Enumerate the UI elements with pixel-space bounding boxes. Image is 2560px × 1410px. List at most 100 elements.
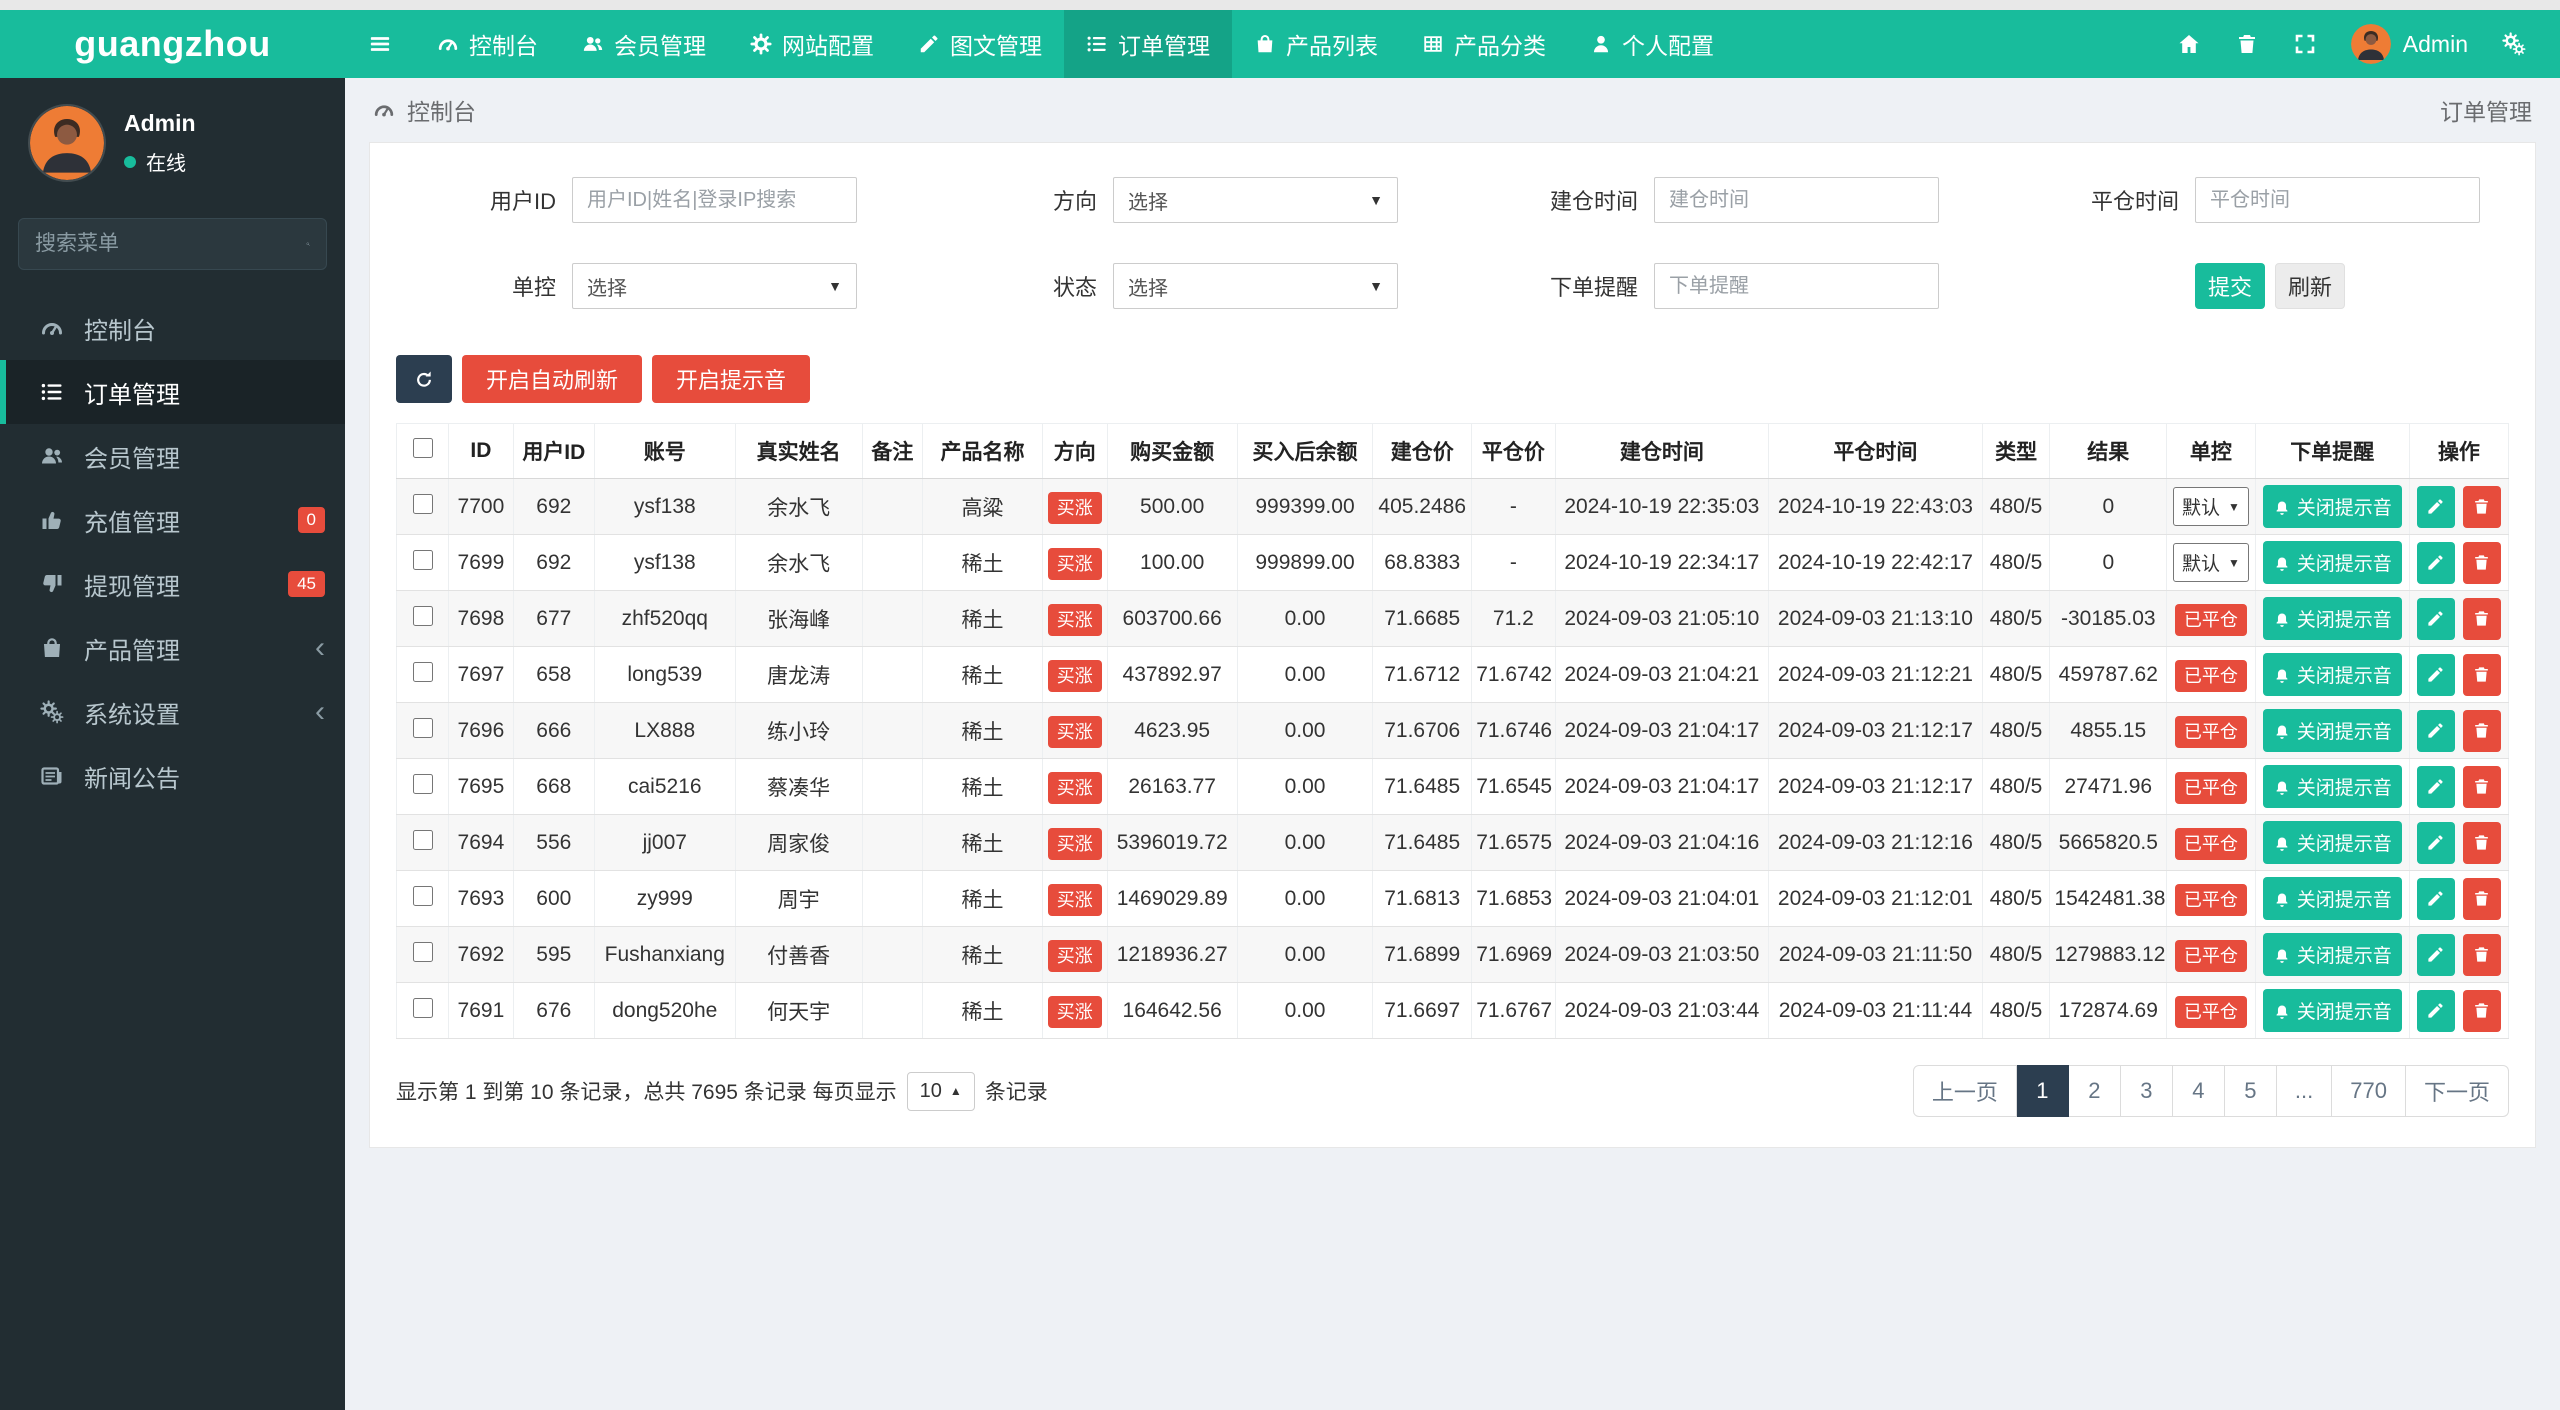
delete-button[interactable] <box>2462 597 2501 640</box>
trash-icon[interactable] <box>2235 32 2259 56</box>
column-header[interactable]: 真实姓名 <box>734 423 863 479</box>
nav-item-members[interactable]: 会员管理 <box>560 10 728 78</box>
home-icon[interactable] <box>2177 32 2201 56</box>
close-sound-button[interactable]: 关闭提示音 <box>2262 989 2402 1032</box>
sidebar-item-products[interactable]: 产品管理 ‹ <box>0 616 345 680</box>
close-time-input[interactable] <box>2195 177 2480 223</box>
edit-button[interactable] <box>2416 485 2455 528</box>
close-sound-button[interactable]: 关闭提示音 <box>2262 485 2402 528</box>
sidebar-search-input[interactable] <box>35 232 306 256</box>
open-time-input[interactable] <box>1654 177 1939 223</box>
sidebar-item-system[interactable]: 系统设置 ‹ <box>0 680 345 744</box>
row-checkbox[interactable] <box>412 885 433 906</box>
edit-button[interactable] <box>2416 933 2455 976</box>
delete-button[interactable] <box>2462 709 2501 752</box>
edit-button[interactable] <box>2416 989 2455 1032</box>
page-button-770[interactable]: 770 <box>2332 1065 2406 1117</box>
fullscreen-icon[interactable] <box>2293 32 2317 56</box>
row-checkbox[interactable] <box>412 605 433 626</box>
brand-logo[interactable]: guangzhou <box>0 10 345 78</box>
close-sound-button[interactable]: 关闭提示音 <box>2262 709 2402 752</box>
row-checkbox[interactable] <box>412 717 433 738</box>
edit-button[interactable] <box>2416 653 2455 696</box>
page-button-5[interactable]: 5 <box>2224 1065 2277 1117</box>
column-header[interactable]: 平仓时间 <box>1768 423 1983 479</box>
settings-gears-icon[interactable] <box>2502 32 2526 56</box>
column-header[interactable]: 下单提醒 <box>2254 423 2410 479</box>
row-checkbox[interactable] <box>412 773 433 794</box>
order-remind-input[interactable] <box>1654 263 1939 309</box>
row-control-select[interactable]: 默认 ▼ <box>2172 487 2249 526</box>
delete-button[interactable] <box>2462 933 2501 976</box>
edit-button[interactable] <box>2416 709 2455 752</box>
page-button-...[interactable]: ... <box>2276 1065 2333 1117</box>
column-header[interactable]: 类型 <box>1981 423 2051 479</box>
column-header[interactable]: 建仓时间 <box>1554 423 1770 479</box>
delete-button[interactable] <box>2462 765 2501 808</box>
select-all-checkbox[interactable] <box>412 438 433 458</box>
refresh-button[interactable]: 刷新 <box>2275 263 2345 309</box>
sidebar-item-dashboard[interactable]: 控制台 <box>0 296 345 360</box>
edit-button[interactable] <box>2416 877 2455 920</box>
close-sound-button[interactable]: 关闭提示音 <box>2262 541 2402 584</box>
column-header[interactable]: 账号 <box>593 423 736 479</box>
delete-button[interactable] <box>2462 485 2501 528</box>
nav-item-product-category[interactable]: 产品分类 <box>1400 10 1568 78</box>
delete-button[interactable] <box>2462 653 2501 696</box>
column-header[interactable]: 平仓价 <box>1471 423 1556 479</box>
close-sound-button[interactable]: 关闭提示音 <box>2262 765 2402 808</box>
nav-item-product-list[interactable]: 产品列表 <box>1232 10 1400 78</box>
edit-button[interactable] <box>2416 541 2455 584</box>
delete-button[interactable] <box>2462 821 2501 864</box>
admin-menu[interactable]: Admin <box>2351 24 2468 64</box>
sidebar-item-recharge[interactable]: 充值管理 0 <box>0 488 345 552</box>
page-button-1[interactable]: 1 <box>2016 1065 2069 1117</box>
column-header[interactable]: 备注 <box>861 423 924 479</box>
row-checkbox[interactable] <box>412 829 433 850</box>
column-header[interactable]: 操作 <box>2408 423 2510 479</box>
close-sound-button[interactable]: 关闭提示音 <box>2262 933 2402 976</box>
column-header[interactable]: 用户ID <box>512 423 595 479</box>
edit-button[interactable] <box>2416 765 2455 808</box>
page-button-3[interactable]: 3 <box>2120 1065 2173 1117</box>
delete-button[interactable] <box>2462 877 2501 920</box>
nav-item-personal-config[interactable]: 个人配置 <box>1568 10 1736 78</box>
nav-item-orders[interactable]: 订单管理 <box>1064 10 1232 78</box>
delete-button[interactable] <box>2462 989 2501 1032</box>
column-header[interactable]: 方向 <box>1041 423 1108 479</box>
edit-button[interactable] <box>2416 821 2455 864</box>
sound-toggle-button[interactable]: 开启提示音 <box>652 355 811 403</box>
nav-item-site-config[interactable]: 网站配置 <box>728 10 896 78</box>
column-header[interactable]: 建仓价 <box>1372 423 1473 479</box>
column-header[interactable]: 购买金额 <box>1106 423 1238 479</box>
close-sound-button[interactable]: 关闭提示音 <box>2262 821 2402 864</box>
column-header[interactable]: 买入后余额 <box>1236 423 1374 479</box>
row-checkbox[interactable] <box>412 493 433 514</box>
nav-item-content[interactable]: 图文管理 <box>896 10 1064 78</box>
close-sound-button[interactable]: 关闭提示音 <box>2262 653 2402 696</box>
column-header[interactable]: 产品名称 <box>922 423 1043 479</box>
row-control-select[interactable]: 默认 ▼ <box>2172 543 2249 582</box>
row-checkbox[interactable] <box>412 997 433 1018</box>
delete-button[interactable] <box>2462 541 2501 584</box>
close-sound-button[interactable]: 关闭提示音 <box>2262 877 2402 920</box>
sidebar-toggle-button[interactable] <box>345 10 415 78</box>
row-checkbox[interactable] <box>412 549 433 570</box>
nav-item-dashboard[interactable]: 控制台 <box>415 10 560 78</box>
auto-refresh-toggle-button[interactable]: 开启自动刷新 <box>462 355 643 403</box>
column-header[interactable]: 单控 <box>2166 423 2256 479</box>
sidebar-item-withdraw[interactable]: 提现管理 45 <box>0 552 345 616</box>
column-header[interactable]: ID <box>448 423 514 479</box>
table-refresh-button[interactable] <box>396 355 452 403</box>
next-page-button[interactable]: 下一页 <box>2405 1065 2509 1117</box>
column-header[interactable]: 结果 <box>2049 423 2168 479</box>
user-id-input[interactable] <box>572 177 857 223</box>
search-icon[interactable] <box>306 234 310 254</box>
control-select[interactable]: 选择 ▼ <box>572 263 857 309</box>
submit-button[interactable]: 提交 <box>2195 263 2265 309</box>
direction-select[interactable]: 选择 ▼ <box>1113 177 1398 223</box>
prev-page-button[interactable]: 上一页 <box>1912 1065 2017 1117</box>
page-button-2[interactable]: 2 <box>2068 1065 2121 1117</box>
row-checkbox[interactable] <box>412 941 433 962</box>
row-checkbox[interactable] <box>412 661 433 682</box>
